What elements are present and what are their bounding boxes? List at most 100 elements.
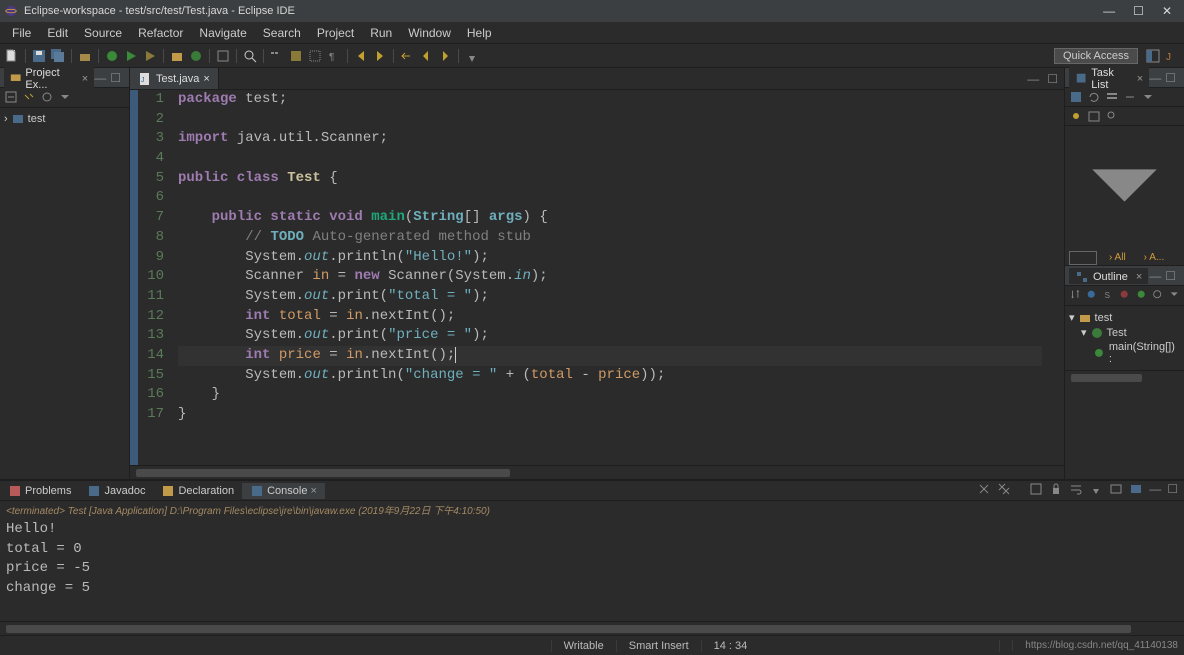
coverage-icon[interactable] bbox=[142, 48, 158, 64]
show-whitespace-icon[interactable]: ¶ bbox=[326, 48, 342, 64]
display-selected-icon[interactable] bbox=[1109, 482, 1123, 499]
forward-icon[interactable] bbox=[437, 48, 453, 64]
java-perspective-icon[interactable]: J bbox=[1164, 48, 1180, 64]
annotation-next-icon[interactable] bbox=[372, 48, 388, 64]
new-task-icon[interactable] bbox=[1069, 90, 1083, 104]
hide-fields-icon[interactable] bbox=[1085, 288, 1097, 302]
minimize-view-icon[interactable]: — bbox=[1149, 71, 1161, 85]
focus-active-icon[interactable] bbox=[40, 90, 54, 104]
link-editor-icon[interactable] bbox=[22, 90, 36, 104]
menu-edit[interactable]: Edit bbox=[39, 26, 76, 40]
menu-refactor[interactable]: Refactor bbox=[130, 26, 191, 40]
block-selection-icon[interactable] bbox=[307, 48, 323, 64]
menu-project[interactable]: Project bbox=[309, 26, 362, 40]
view-menu-icon[interactable] bbox=[1168, 288, 1180, 302]
pin-icon[interactable] bbox=[464, 48, 480, 64]
tab-console[interactable]: Console× bbox=[242, 483, 325, 499]
tree-item-project[interactable]: › test bbox=[4, 112, 125, 126]
refresh-icon[interactable] bbox=[1087, 90, 1101, 104]
menu-file[interactable]: File bbox=[4, 26, 39, 40]
open-console-icon[interactable] bbox=[1129, 482, 1143, 499]
menu-run[interactable]: Run bbox=[362, 26, 400, 40]
close-icon[interactable]: × bbox=[310, 485, 316, 497]
open-type-icon[interactable] bbox=[215, 48, 231, 64]
tab-javadoc[interactable]: Javadoc bbox=[79, 483, 153, 499]
schedule-icon[interactable] bbox=[1087, 109, 1101, 123]
focus-icon[interactable] bbox=[1069, 109, 1083, 123]
remove-all-icon[interactable] bbox=[997, 482, 1011, 499]
quick-access[interactable]: Quick Access bbox=[1054, 48, 1138, 64]
categorize-icon[interactable] bbox=[1105, 90, 1119, 104]
close-icon[interactable]: × bbox=[1136, 271, 1142, 283]
mark-occurrences-icon[interactable] bbox=[288, 48, 304, 64]
run-icon[interactable] bbox=[123, 48, 139, 64]
remove-launch-icon[interactable] bbox=[977, 482, 991, 499]
maximize-view-icon[interactable]: ☐ bbox=[1161, 71, 1180, 85]
view-menu-icon[interactable] bbox=[1141, 90, 1155, 104]
filter-box[interactable] bbox=[1069, 251, 1097, 265]
scroll-lock-icon[interactable] bbox=[1049, 482, 1063, 499]
hide-nonpublic-icon[interactable] bbox=[1118, 288, 1130, 302]
pin-console-icon[interactable] bbox=[1089, 482, 1103, 499]
collapse-all-icon[interactable] bbox=[1123, 90, 1137, 104]
outline-tab[interactable]: Outline × bbox=[1069, 268, 1148, 284]
save-all-icon[interactable] bbox=[50, 48, 66, 64]
console-output[interactable]: Hello! total = 0 price = -5 change = 5 bbox=[0, 518, 1184, 621]
tab-problems[interactable]: Problems bbox=[0, 483, 79, 499]
menu-window[interactable]: Window bbox=[400, 26, 459, 40]
close-icon[interactable]: × bbox=[1137, 73, 1143, 85]
close-icon[interactable]: × bbox=[203, 73, 209, 85]
outline-item-method[interactable]: main(String[]) : bbox=[1069, 340, 1180, 366]
editor-tab-test-java[interactable]: J Test.java × bbox=[130, 68, 219, 89]
collapse-all-icon[interactable] bbox=[4, 90, 18, 104]
build-icon[interactable] bbox=[77, 48, 93, 64]
new-package-icon[interactable] bbox=[169, 48, 185, 64]
minimize-editor-icon[interactable]: — bbox=[1027, 72, 1039, 86]
minimize-view-icon[interactable]: — bbox=[1149, 482, 1161, 499]
maximize-view-icon[interactable]: ☐ bbox=[106, 71, 125, 85]
filter-a-label[interactable]: › A... bbox=[1138, 250, 1171, 265]
annotation-prev-icon[interactable] bbox=[353, 48, 369, 64]
horizontal-scrollbar[interactable] bbox=[130, 465, 1064, 479]
back-icon[interactable] bbox=[418, 48, 434, 64]
clear-console-icon[interactable] bbox=[1029, 482, 1043, 499]
toggle-breadcrumb-icon[interactable] bbox=[269, 48, 285, 64]
debug-icon[interactable] bbox=[104, 48, 120, 64]
horizontal-scrollbar[interactable] bbox=[0, 621, 1184, 635]
horizontal-scrollbar[interactable] bbox=[1065, 370, 1184, 384]
new-class-icon[interactable] bbox=[188, 48, 204, 64]
close-icon[interactable]: × bbox=[82, 73, 88, 85]
hide-static-icon[interactable]: S bbox=[1102, 288, 1114, 302]
view-menu-icon[interactable] bbox=[58, 90, 72, 104]
task-list-tab[interactable]: Task List × bbox=[1069, 65, 1149, 91]
tab-declaration[interactable]: Declaration bbox=[153, 483, 242, 499]
project-tree[interactable]: › test bbox=[0, 108, 129, 130]
minimize-button[interactable]: — bbox=[1103, 4, 1115, 18]
minimize-view-icon[interactable]: — bbox=[94, 71, 106, 85]
find-icon[interactable] bbox=[1105, 109, 1119, 123]
maximize-button[interactable]: ☐ bbox=[1133, 4, 1144, 18]
new-icon[interactable] bbox=[4, 48, 20, 64]
focus-active-task-icon[interactable] bbox=[1151, 288, 1163, 302]
search-icon[interactable] bbox=[242, 48, 258, 64]
hide-local-icon[interactable] bbox=[1135, 288, 1147, 302]
tip-icon[interactable] bbox=[999, 640, 1012, 652]
save-icon[interactable] bbox=[31, 48, 47, 64]
menu-help[interactable]: Help bbox=[459, 26, 500, 40]
close-button[interactable]: ✕ bbox=[1162, 4, 1172, 18]
code-text[interactable]: package test;import java.util.Scanner;pu… bbox=[170, 90, 1050, 465]
project-explorer-tab[interactable]: Project Ex... × bbox=[4, 65, 94, 91]
menu-source[interactable]: Source bbox=[76, 26, 130, 40]
last-edit-icon[interactable] bbox=[399, 48, 415, 64]
outline-item-package[interactable]: ▾ test bbox=[1069, 310, 1180, 325]
maximize-view-icon[interactable]: ☐ bbox=[1161, 269, 1180, 283]
open-perspective-icon[interactable] bbox=[1145, 48, 1161, 64]
sort-icon[interactable] bbox=[1069, 288, 1081, 302]
word-wrap-icon[interactable] bbox=[1069, 482, 1083, 499]
filter-all-label[interactable]: › All bbox=[1103, 250, 1132, 265]
editor-area[interactable]: 1234567891011121314151617 package test;i… bbox=[130, 90, 1064, 465]
minimize-view-icon[interactable]: — bbox=[1149, 269, 1161, 283]
menu-search[interactable]: Search bbox=[255, 26, 309, 40]
maximize-view-icon[interactable]: ☐ bbox=[1167, 482, 1178, 499]
maximize-editor-icon[interactable]: ☐ bbox=[1047, 72, 1058, 86]
